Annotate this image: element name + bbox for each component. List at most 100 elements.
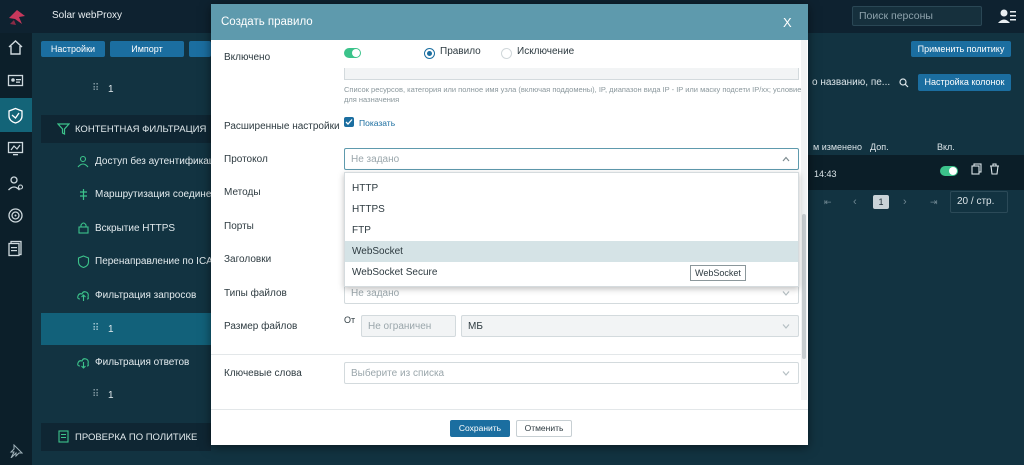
- shield-filter-icon[interactable]: [7, 107, 24, 124]
- home-icon[interactable]: [7, 39, 24, 56]
- row-enabled-toggle[interactable]: [940, 166, 958, 176]
- checkmark-icon: [345, 119, 353, 125]
- tree-item-icap[interactable]: Перенаправление по ICAP: [95, 256, 220, 267]
- close-icon[interactable]: X: [783, 15, 792, 30]
- shield-icon: [77, 255, 90, 268]
- dialog-footer: Сохранить Отменить: [211, 409, 808, 445]
- toggle-knob: [352, 49, 360, 57]
- file-types-placeholder: Не задано: [351, 288, 400, 299]
- col-header-extra[interactable]: Доп.: [870, 142, 889, 152]
- apply-policy-button[interactable]: Применить политику: [911, 41, 1011, 57]
- headers-label: Заголовки: [224, 254, 272, 265]
- page-size-value: 20 / стр.: [957, 196, 995, 207]
- trash-icon[interactable]: [989, 163, 1000, 175]
- file-size-from-label: От: [344, 315, 356, 325]
- dialog-scrollbar-thumb[interactable]: [802, 214, 806, 359]
- drag-handle-icon[interactable]: ⠿: [92, 83, 99, 94]
- tooltip: WebSocket: [690, 265, 746, 281]
- ports-label: Порты: [224, 221, 254, 232]
- chevron-down-icon: [782, 324, 790, 329]
- cloud-upload-icon: [77, 291, 89, 301]
- col-header-enabled[interactable]: Вкл.: [937, 142, 955, 152]
- filter-icon: [57, 123, 70, 135]
- advanced-settings-label: Расширенные настройки: [224, 121, 340, 132]
- protocol-option-ftp[interactable]: FTP: [345, 220, 798, 241]
- chevron-up-icon: [782, 156, 790, 162]
- advanced-show-label[interactable]: Показать: [359, 118, 395, 128]
- protocol-select[interactable]: Не задано: [344, 148, 799, 170]
- tree-subitem-number[interactable]: 1: [108, 324, 114, 335]
- keywords-placeholder: Выберите из списка: [351, 368, 445, 379]
- copy-icon[interactable]: [971, 163, 982, 175]
- resources-hint: Список ресурсов, категория или полное им…: [344, 85, 802, 104]
- solar-logo-icon: [9, 10, 25, 25]
- enabled-toggle[interactable]: [344, 48, 361, 58]
- chevron-down-icon: [782, 291, 790, 296]
- keywords-select[interactable]: Выберите из списка: [344, 362, 799, 384]
- protocol-placeholder: Не задано: [351, 154, 400, 165]
- user-settings-icon[interactable]: [7, 175, 24, 192]
- tree-item-https[interactable]: Вскрытие HTTPS: [95, 223, 175, 234]
- person-search-input[interactable]: Поиск персоны: [852, 6, 982, 26]
- rules-search-partial[interactable]: о названию, пе...: [812, 77, 890, 88]
- prev-page-icon[interactable]: ‹: [853, 196, 857, 208]
- tree-item-no-auth[interactable]: Доступ без аутентификации: [95, 156, 226, 167]
- monitor-chart-icon[interactable]: [7, 140, 24, 157]
- file-size-input[interactable]: Не ограничен: [361, 315, 456, 337]
- user-key-icon: [77, 155, 89, 168]
- file-size-label: Размер файлов: [224, 321, 298, 332]
- methods-label: Методы: [224, 187, 261, 198]
- tree-item-routing[interactable]: Маршрутизация соединений: [95, 189, 228, 200]
- settings-button[interactable]: Настройки: [41, 41, 105, 57]
- keywords-label: Ключевые слова: [224, 368, 302, 379]
- create-rule-dialog: Создать правило X Включено Правило Исклю…: [211, 4, 808, 445]
- id-card-icon[interactable]: [7, 72, 24, 89]
- divider: [211, 354, 801, 355]
- tree-item-number[interactable]: 1: [108, 84, 114, 95]
- file-types-label: Типы файлов: [224, 288, 287, 299]
- dialog-title: Создать правило: [221, 16, 313, 28]
- cloud-download-icon: [77, 358, 89, 369]
- drag-handle-icon[interactable]: ⠿: [92, 389, 99, 400]
- document-icon: [58, 430, 69, 443]
- protocol-option-http[interactable]: HTTP: [345, 178, 798, 199]
- target-icon[interactable]: [7, 207, 24, 224]
- search-icon[interactable]: [899, 78, 909, 88]
- protocol-option-websocket[interactable]: WebSocket: [345, 241, 798, 262]
- file-size-unit-select[interactable]: МБ: [461, 315, 799, 337]
- tree-item-selected[interactable]: [41, 313, 211, 345]
- app-title: Solar webProxy: [52, 10, 123, 21]
- tree-item-responses[interactable]: Фильтрация ответов: [95, 357, 189, 368]
- resources-field[interactable]: [344, 68, 799, 80]
- radio-rule-label[interactable]: Правило: [440, 46, 481, 57]
- section-policy-check-label: ПРОВЕРКА ПО ПОЛИТИКЕ: [75, 432, 198, 443]
- last-page-icon[interactable]: ⇥: [930, 197, 938, 208]
- radio-rule[interactable]: [424, 48, 435, 59]
- first-page-icon[interactable]: ⇤: [824, 197, 832, 208]
- user-menu-icon[interactable]: [998, 8, 1016, 24]
- dialog-header: Создать правило X: [211, 4, 808, 40]
- radio-dot: [427, 51, 432, 56]
- radio-exception-label[interactable]: Исключение: [517, 46, 574, 57]
- protocol-option-https[interactable]: HTTPS: [345, 199, 798, 220]
- row-time: 14:43: [814, 169, 837, 179]
- tree-subitem-number[interactable]: 1: [108, 390, 114, 401]
- toolbar-button-partial[interactable]: [189, 41, 211, 57]
- advanced-show-checkbox[interactable]: [344, 117, 354, 127]
- routing-icon: [80, 189, 87, 200]
- tree-item-requests[interactable]: Фильтрация запросов: [95, 290, 196, 301]
- next-page-icon[interactable]: ›: [903, 196, 907, 208]
- import-button[interactable]: Импорт: [110, 41, 184, 57]
- page-current[interactable]: 1: [873, 195, 889, 209]
- save-button[interactable]: Сохранить: [450, 420, 510, 437]
- drag-handle-icon[interactable]: ⠿: [92, 323, 99, 334]
- col-header-changed[interactable]: м изменено: [813, 142, 862, 152]
- radio-exception[interactable]: [501, 48, 512, 59]
- lock-icon: [78, 222, 89, 234]
- documents-icon[interactable]: [7, 240, 24, 257]
- cancel-button[interactable]: Отменить: [516, 420, 572, 437]
- file-size-placeholder: Не ограничен: [368, 321, 432, 332]
- page-size-select[interactable]: 20 / стр.: [950, 191, 1008, 213]
- pin-icon[interactable]: [9, 444, 23, 458]
- column-settings-button[interactable]: Настройка колонок: [918, 74, 1011, 91]
